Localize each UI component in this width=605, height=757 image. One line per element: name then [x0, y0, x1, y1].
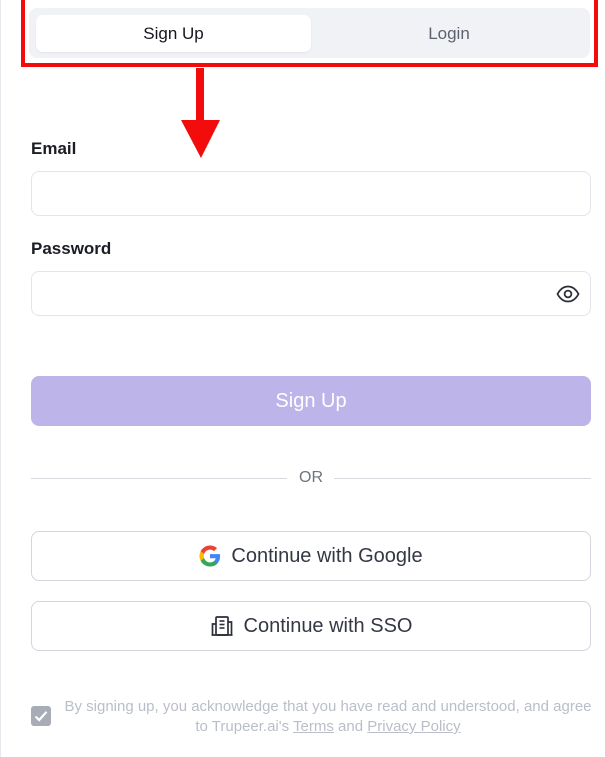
password-label: Password: [31, 239, 112, 258]
divider-left: [31, 478, 287, 479]
eye-icon[interactable]: [556, 284, 580, 304]
google-icon: [199, 545, 221, 567]
email-field-wrapper: [31, 171, 591, 216]
terms-link[interactable]: Terms: [293, 718, 334, 735]
continue-with-sso-button[interactable]: Continue with SSO: [31, 601, 591, 651]
password-field-wrapper: [31, 271, 591, 316]
privacy-policy-link[interactable]: Privacy Policy: [367, 718, 460, 735]
continue-with-google-button[interactable]: Continue with Google: [31, 531, 591, 581]
email-field[interactable]: [32, 172, 590, 215]
google-button-label: Continue with Google: [231, 544, 423, 567]
password-field[interactable]: [32, 272, 590, 315]
email-label: Email: [31, 139, 77, 158]
consent-text-middle: and: [333, 718, 368, 735]
annotation-arrow-icon: [181, 68, 220, 158]
annotation-highlight-box: [21, 0, 598, 67]
checkmark-icon: [34, 711, 48, 722]
sso-button-label: Continue with SSO: [243, 614, 413, 637]
page-edge: [0, 0, 1, 757]
consent-checkbox[interactable]: [31, 706, 51, 726]
divider-right: [334, 478, 591, 479]
divider-or-text: OR: [299, 469, 323, 486]
consent-text: By signing up, you acknowledge that you …: [64, 697, 592, 737]
building-icon: [211, 616, 232, 636]
sign-up-button[interactable]: Sign Up: [31, 376, 591, 426]
